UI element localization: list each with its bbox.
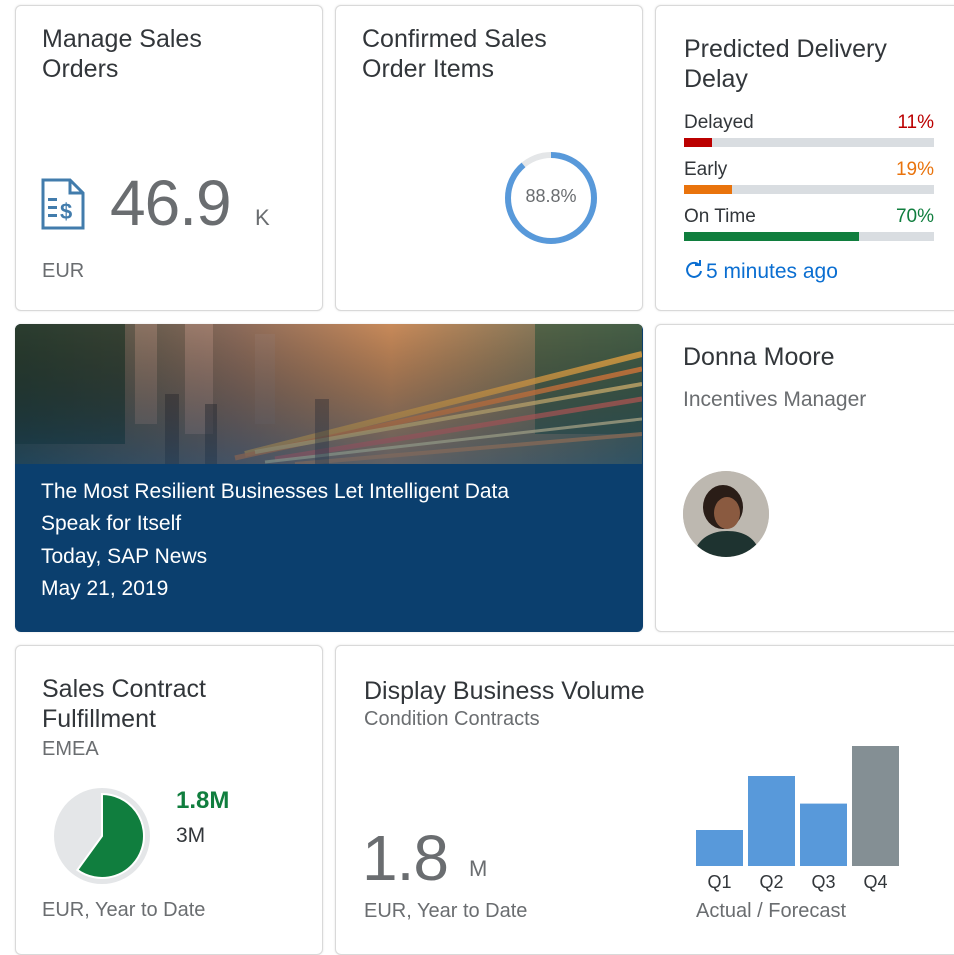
tile-subtitle: Condition Contracts [364,708,540,730]
contact-name: Donna Moore [683,343,835,371]
actual-forecast-bar-chart: Q1 Q2 Q3 Q4 [696,746,899,892]
delivery-bar-fill [684,232,859,241]
bar-q4 [852,746,899,866]
delivery-row-early: Early 19% [684,159,934,205]
delivery-row-label: Delayed [684,112,754,133]
delivery-bar-fill [684,138,712,147]
city-light-trails-image [15,324,642,464]
sales-contract-fulfillment-tile[interactable]: Sales Contract Fulfillment EMEA 1.8M 3M … [15,645,323,955]
contact-tile[interactable]: Donna Moore Incentives Manager [655,324,954,632]
delivery-bar-track [684,185,934,194]
fulfillment-actual: 1.8M [176,787,230,814]
bar-q3 [800,803,847,866]
delivery-bar-track [684,138,934,147]
fulfillment-pie-chart [54,788,150,884]
tile-footer: EUR, Year to Date [364,900,528,922]
chart-footer: Actual / Forecast [696,900,847,922]
refresh-label: 5 minutes ago [706,260,838,283]
bar-label-q4: Q4 [863,872,887,892]
contact-role: Incentives Manager [683,388,867,411]
predicted-delivery-delay-tile[interactable]: Predicted Delivery Delay Delayed 11% Ear… [655,5,954,311]
bar-q1 [696,830,743,866]
person-avatar [683,471,769,557]
manage-sales-orders-tile[interactable]: Manage Sales Orders $ 46.9 K EUR [15,5,323,311]
news-headline-line-1: The Most Resilient Businesses Let Intell… [41,480,510,503]
delivery-bar-fill [684,185,732,194]
delivery-row-label: Early [684,159,728,180]
bar-label-q1: Q1 [707,872,731,892]
delivery-row-label: On Time [684,206,756,227]
delivery-row-on-time: On Time 70% [684,206,934,252]
bar-label-q3: Q3 [811,872,835,892]
display-business-volume-tile[interactable]: Display Business Volume Condition Contra… [335,645,954,955]
news-source: Today, SAP News [41,545,208,568]
tile-footer: EUR [42,260,85,282]
delivery-row-percent: 70% [895,206,934,227]
bar-label-q2: Q2 [759,872,783,892]
tile-title: Display Business Volume [364,677,645,705]
news-tile[interactable]: The Most Resilient Businesses Let Intell… [15,324,643,632]
bar-q2 [748,776,795,866]
tile-title: Confirmed Sales Order Items [362,25,547,83]
radial-progress-label: 88.8% [525,186,577,206]
tile-title: Manage Sales Orders [42,25,202,83]
svg-text:$: $ [60,199,72,224]
tile-title: Predicted Delivery Delay [684,35,887,93]
delivery-row-delayed: Delayed 11% [684,112,934,158]
tile-subtitle: EMEA [42,738,99,760]
tile-title: Sales Contract Fulfillment [42,675,206,733]
kpi-value: 1.8 [362,822,449,894]
kpi-unit: K [255,205,270,230]
delivery-row-percent: 19% [895,159,934,180]
news-date: May 21, 2019 [41,577,169,600]
sales-order-document-icon: $ [40,174,86,232]
kpi-unit: M [469,856,488,881]
fulfillment-target: 3M [176,824,206,847]
news-headline-line-2: Speak for Itself [41,512,182,535]
tile-footer: EUR, Year to Date [42,899,206,921]
delivery-row-percent: 11% [897,112,934,133]
refresh-icon [684,260,706,284]
confirmed-sales-order-items-tile[interactable]: Confirmed Sales Order Items 88.8% [335,5,643,311]
kpi-value: 46.9 [110,167,232,239]
delivery-bar-track [684,232,934,241]
refresh-link[interactable]: 5 minutes ago [684,260,838,284]
